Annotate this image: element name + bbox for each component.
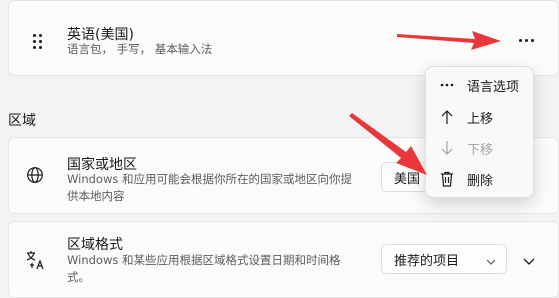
menu-item-label: 删除 <box>467 173 494 189</box>
menu-item-label: 语言选项 <box>467 79 520 95</box>
menu-item-label: 上移 <box>467 111 494 127</box>
expand-chevron-icon[interactable] <box>522 252 536 271</box>
format-title: 区域格式 <box>67 237 123 253</box>
more-icon <box>439 77 455 93</box>
menu-item-label: 下移 <box>467 142 494 158</box>
section-title: 区域 <box>8 113 36 129</box>
more-options-button[interactable] <box>511 30 541 50</box>
regional-format-select-value: 推荐的项目 <box>394 253 460 269</box>
menu-item-remove[interactable]: 删除 <box>426 164 533 194</box>
menu-item-move-down[interactable]: 下移 <box>426 133 533 163</box>
chevron-down-icon <box>486 255 496 270</box>
trash-icon <box>439 171 455 187</box>
language-subtitle: 语言包， 手写， 基本输入法 <box>67 42 213 56</box>
menu-item-move-up[interactable]: 上移 <box>426 102 533 132</box>
more-icon <box>518 38 522 42</box>
drag-handle-icon[interactable] <box>31 33 43 49</box>
language-card: 英语(美国) 语言包， 手写， 基本输入法 <box>8 0 559 76</box>
menu-item-language-options[interactable]: 语言选项 <box>426 70 533 100</box>
regional-format-select[interactable]: 推荐的项目 <box>381 244 507 274</box>
language-context-menu: 语言选项 上移 下移 删除 <box>425 66 534 198</box>
arrow-down-icon <box>439 140 455 156</box>
arrow-up-icon <box>439 109 455 125</box>
country-description-1: Windows 和应用可能会根据你所在的国家或地区向你提 <box>67 172 352 186</box>
country-description-2: 供本地内容 <box>67 189 125 203</box>
globe-icon <box>26 166 44 188</box>
regional-format-icon <box>25 249 47 275</box>
format-description-2: 式。 <box>67 270 90 284</box>
country-select-value: 美国 <box>394 171 421 187</box>
format-description-1: Windows 和某些应用根据区域格式设置日期和时间格 <box>67 253 341 267</box>
